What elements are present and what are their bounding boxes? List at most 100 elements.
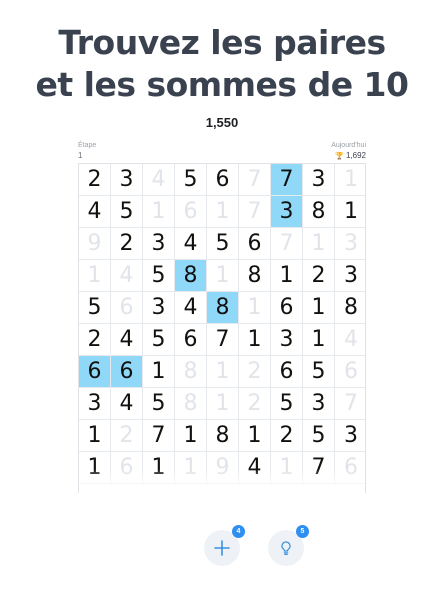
grid-cell[interactable]: 5	[143, 324, 175, 356]
grid-cell[interactable]: 1	[143, 356, 175, 388]
grid-cell[interactable]: 2	[271, 420, 303, 452]
grid-cell[interactable]: 8	[303, 196, 335, 228]
grid-cell[interactable]: 3	[271, 324, 303, 356]
grid-cell[interactable]: 6	[175, 196, 207, 228]
hint-button[interactable]: 5	[268, 525, 309, 566]
grid-cell[interactable]: 3	[271, 196, 303, 228]
grid-cell[interactable]: 6	[271, 356, 303, 388]
grid-cell[interactable]: 6	[111, 452, 143, 484]
grid-cell[interactable]: 8	[207, 420, 239, 452]
grid-cell[interactable]: 7	[271, 228, 303, 260]
grid-cell[interactable]: 8	[175, 260, 207, 292]
grid-cell[interactable]: 1	[207, 196, 239, 228]
grid-cell[interactable]: 1	[335, 164, 365, 196]
grid-cell[interactable]: 5	[79, 292, 111, 324]
grid-cell[interactable]: 3	[303, 388, 335, 420]
add-numbers-button[interactable]: 4	[204, 525, 245, 566]
headline-line-1: Trouvez les paires	[58, 23, 386, 62]
grid-cell[interactable]: 5	[143, 388, 175, 420]
grid-cell[interactable]: 5	[271, 388, 303, 420]
grid-cell[interactable]: 7	[207, 324, 239, 356]
grid-cell[interactable]: 9	[207, 452, 239, 484]
grid-cell[interactable]: 4	[239, 452, 271, 484]
grid-cell[interactable]: 3	[79, 388, 111, 420]
number-grid: 2345677314516173819234567131458181235634…	[78, 163, 366, 493]
grid-cell[interactable]: 1	[79, 420, 111, 452]
grid-cell[interactable]: 2	[111, 228, 143, 260]
grid-cell[interactable]: 3	[335, 420, 365, 452]
grid-cell[interactable]: 1	[207, 260, 239, 292]
stage-value: 1	[78, 151, 83, 160]
trophy-icon: 🏆	[335, 152, 344, 160]
grid-cell[interactable]: 8	[239, 260, 271, 292]
grid-cell[interactable]: 6	[79, 356, 111, 388]
grid-cell[interactable]: 4	[111, 388, 143, 420]
grid-cell[interactable]: 3	[111, 164, 143, 196]
grid-cell[interactable]: 4	[175, 228, 207, 260]
grid-cell[interactable]: 1	[239, 420, 271, 452]
grid-cell[interactable]: 6	[207, 164, 239, 196]
grid-cell[interactable]: 6	[111, 356, 143, 388]
grid-cell[interactable]: 5	[303, 356, 335, 388]
grid-cell[interactable]: 3	[143, 228, 175, 260]
grid-cell[interactable]: 4	[111, 324, 143, 356]
grid-cell[interactable]: 3	[303, 164, 335, 196]
grid-cell[interactable]: 4	[79, 196, 111, 228]
grid-cell[interactable]: 1	[271, 260, 303, 292]
grid-cell[interactable]: 7	[303, 452, 335, 484]
grid-cell[interactable]: 1	[335, 196, 365, 228]
grid-cell[interactable]: 4	[175, 292, 207, 324]
grid-cell[interactable]: 6	[335, 356, 365, 388]
grid-cell[interactable]: 5	[111, 196, 143, 228]
grid-cell[interactable]: 1	[303, 292, 335, 324]
grid-cell[interactable]: 8	[207, 292, 239, 324]
grid-cell[interactable]: 7	[335, 388, 365, 420]
grid-cell[interactable]: 1	[175, 452, 207, 484]
grid-cell[interactable]: 5	[143, 260, 175, 292]
grid-cell[interactable]: 7	[271, 164, 303, 196]
grid-cell[interactable]: 5	[175, 164, 207, 196]
grid-cell[interactable]: 2	[303, 260, 335, 292]
grid-cell[interactable]: 6	[239, 228, 271, 260]
grid-cell[interactable]: 4	[111, 260, 143, 292]
grid-cell[interactable]: 5	[207, 228, 239, 260]
grid-cell[interactable]: 2	[239, 388, 271, 420]
today-label: Aujourd'hui	[331, 142, 366, 149]
grid-cell[interactable]: 7	[239, 164, 271, 196]
grid-cell[interactable]: 8	[335, 292, 365, 324]
grid-cell[interactable]: 6	[335, 452, 365, 484]
headline: Trouvez les paires et les sommes de 10	[0, 22, 444, 106]
grid-cell[interactable]: 6	[111, 292, 143, 324]
grid-cell[interactable]: 2	[79, 324, 111, 356]
grid-cell[interactable]: 7	[143, 420, 175, 452]
grid-cell[interactable]: 7	[239, 196, 271, 228]
grid-cell[interactable]: 1	[303, 324, 335, 356]
grid-cell[interactable]: 1	[207, 388, 239, 420]
grid-cell[interactable]: 1	[79, 452, 111, 484]
grid-cell[interactable]: 1	[143, 452, 175, 484]
grid-cell[interactable]: 1	[143, 196, 175, 228]
grid-cell[interactable]: 4	[143, 164, 175, 196]
grid-cell[interactable]: 8	[175, 388, 207, 420]
grid-cell[interactable]: 9	[79, 228, 111, 260]
grid-cell[interactable]: 1	[175, 420, 207, 452]
grid-cell[interactable]: 1	[79, 260, 111, 292]
grid-cell[interactable]: 6	[175, 324, 207, 356]
grid-cell[interactable]: 4	[335, 324, 365, 356]
grid-cell[interactable]: 3	[143, 292, 175, 324]
grid-cell[interactable]: 1	[271, 452, 303, 484]
grid-cell[interactable]: 3	[335, 260, 365, 292]
plus-icon	[214, 540, 230, 556]
grid-cell[interactable]: 1	[239, 292, 271, 324]
grid-cell[interactable]: 2	[239, 356, 271, 388]
grid-cell[interactable]: 3	[335, 228, 365, 260]
grid-cell[interactable]: 5	[303, 420, 335, 452]
grid-cell[interactable]: 1	[239, 324, 271, 356]
today-score: 🏆 1,692	[335, 151, 366, 160]
grid-cell[interactable]: 2	[111, 420, 143, 452]
grid-cell[interactable]: 8	[175, 356, 207, 388]
grid-cell[interactable]: 1	[303, 228, 335, 260]
grid-cell[interactable]: 1	[207, 356, 239, 388]
grid-cell[interactable]: 2	[79, 164, 111, 196]
grid-cell[interactable]: 6	[271, 292, 303, 324]
